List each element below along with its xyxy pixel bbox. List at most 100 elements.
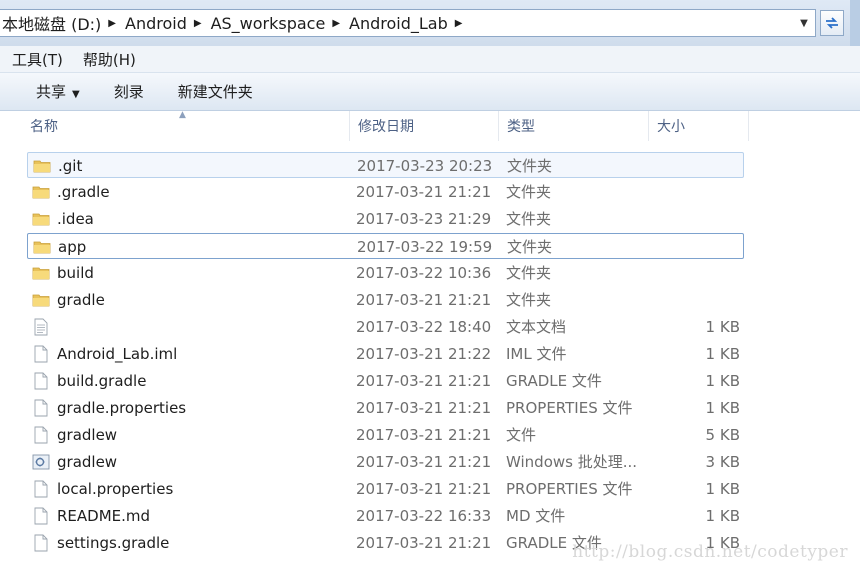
file-size: 1 KB	[705, 345, 740, 363]
file-icon	[32, 399, 50, 417]
column-header-type[interactable]: 类型	[499, 111, 649, 141]
menu-help[interactable]: 帮助(H)	[71, 49, 144, 70]
chevron-right-icon[interactable]: ▶	[106, 18, 123, 29]
file-icon	[32, 372, 50, 390]
breadcrumb-item-android-lab[interactable]: Android_Lab	[347, 14, 453, 33]
file-name: Android_Lab.iml	[57, 345, 178, 363]
file-row[interactable]: app 2017-03-22 19:59 文件夹	[27, 233, 744, 259]
file-name: build	[57, 264, 94, 282]
file-type: 文件夹	[506, 210, 552, 228]
file-type: 文件	[506, 426, 537, 444]
chevron-right-icon[interactable]: ▶	[192, 18, 209, 29]
file-row[interactable]: gradle 2017-03-21 21:21 文件夹	[27, 287, 744, 313]
file-icon	[32, 426, 50, 444]
file-size: 3 KB	[705, 453, 740, 471]
file-name: .gradle	[57, 183, 110, 201]
file-name: .git	[58, 157, 83, 175]
file-row[interactable]: build.gradle 2017-03-21 21:21 GRADLE 文件 1 K…	[27, 368, 744, 394]
breadcrumb-item-workspace[interactable]: AS_workspace	[209, 14, 331, 33]
file-name: build.gradle	[57, 372, 147, 390]
file-date: 2017-03-22 10:36	[356, 264, 492, 282]
file-date: 2017-03-21 21:21	[356, 534, 492, 552]
folder-icon	[33, 238, 51, 256]
file-row[interactable]: .gradle 2017-03-21 21:21 文件夹	[27, 179, 744, 205]
file-type: 文件夹	[506, 264, 552, 282]
file-row[interactable]: gradlew 2017-03-21 21:21 文件 5 KB	[27, 422, 744, 448]
watermark: http://blog.csdn.net/codetyper	[572, 542, 848, 562]
search-box-edge[interactable]	[850, 0, 860, 46]
burn-button[interactable]: 刻录	[97, 81, 161, 102]
column-header-size[interactable]: 大小	[649, 111, 749, 141]
breadcrumb: 本地磁盘 (D:) ▶ Android ▶ AS_workspace ▶ And…	[0, 10, 469, 36]
file-size: 5 KB	[705, 426, 740, 444]
folder-icon	[32, 183, 50, 201]
menu-tools[interactable]: 工具(T)	[0, 49, 71, 70]
column-header-row: ▲ 名称 修改日期 类型 大小	[0, 110, 860, 143]
file-name: local.properties	[57, 480, 174, 498]
file-icon	[32, 345, 50, 363]
file-type: Windows 批处理...	[506, 453, 638, 471]
file-date: 2017-03-21 21:21	[356, 480, 492, 498]
file-date: 2017-03-21 21:21	[356, 291, 492, 309]
file-row[interactable]: gradlew 2017-03-21 21:21 Windows 批处理... 3 K…	[27, 449, 744, 475]
file-name: gradlew	[57, 426, 118, 444]
file-date: 2017-03-21 21:21	[356, 453, 492, 471]
file-date: 2017-03-23 20:23	[357, 157, 493, 175]
file-icon	[32, 507, 50, 525]
file-icon	[32, 534, 50, 552]
folder-icon	[32, 210, 50, 228]
file-name: gradlew	[57, 453, 118, 471]
file-row[interactable]: local.properties 2017-03-21 21:21 PROPERTI…	[27, 476, 744, 502]
folder-icon	[32, 264, 50, 282]
file-size: 1 KB	[705, 480, 740, 498]
file-row[interactable]: build 2017-03-22 10:36 文件夹	[27, 260, 744, 286]
breadcrumb-item-android[interactable]: Android	[123, 14, 192, 33]
file-type: 文件夹	[507, 157, 553, 175]
column-header-name[interactable]: 名称	[22, 111, 350, 141]
menu-bar: 工具(T) 帮助(H)	[0, 46, 860, 73]
file-size: 1 KB	[705, 507, 740, 525]
address-box[interactable]: 本地磁盘 (D:) ▶ Android ▶ AS_workspace ▶ And…	[0, 9, 816, 37]
file-type: 文件夹	[506, 291, 552, 309]
file-name: settings.gradle	[57, 534, 170, 552]
breadcrumb-item-drive[interactable]: 本地磁盘 (D:)	[0, 11, 106, 35]
file-name: app	[58, 238, 87, 256]
file-type: IML 文件	[506, 345, 567, 363]
file-type: 文本文档	[506, 318, 567, 336]
chevron-right-icon[interactable]: ▶	[330, 18, 347, 29]
file-list-view: ▲ 名称 修改日期 类型 大小 .git 2017-03-23 20:23 文件夹.…	[0, 110, 860, 572]
file-row[interactable]: .git 2017-03-23 20:23 文件夹	[27, 152, 744, 178]
file-row[interactable]: README.md 2017-03-22 16:33 MD 文件 1 KB	[27, 503, 744, 529]
command-bar: 共享 ▼ 刻录 新建文件夹	[0, 73, 860, 111]
refresh-button[interactable]	[820, 10, 844, 36]
file-row[interactable]: gradle.properties 2017-03-21 21:21 PROPERT…	[27, 395, 744, 421]
file-name: gradle	[57, 291, 105, 309]
new-folder-button[interactable]: 新建文件夹	[161, 81, 270, 102]
file-icon	[32, 480, 50, 498]
file-type: 文件夹	[506, 183, 552, 201]
folder-icon	[32, 291, 50, 309]
folder-icon	[33, 157, 51, 175]
column-header-date[interactable]: 修改日期	[350, 111, 499, 141]
file-date: 2017-03-21 21:21	[356, 426, 492, 444]
chevron-down-icon: ▼	[800, 17, 808, 29]
file-row[interactable]: .idea 2017-03-23 21:29 文件夹	[27, 206, 744, 232]
file-row[interactable]: 2017-03-22 18:40 文本文档 1 KB	[27, 314, 744, 340]
share-button[interactable]: 共享 ▼	[0, 81, 97, 102]
refresh-icon	[826, 17, 838, 29]
file-name: gradle.properties	[57, 399, 187, 417]
file-type: PROPERTIES 文件	[506, 480, 633, 498]
file-row[interactable]: Android_Lab.iml 2017-03-21 21:22 IML 文件 1 K…	[27, 341, 744, 367]
chevron-right-icon[interactable]: ▶	[453, 18, 470, 29]
file-type: MD 文件	[506, 507, 566, 525]
address-history-dropdown[interactable]: ▼	[793, 10, 815, 36]
file-date: 2017-03-22 19:59	[357, 238, 493, 256]
file-date: 2017-03-21 21:21	[356, 399, 492, 417]
file-date: 2017-03-22 18:40	[356, 318, 492, 336]
batch-file-icon	[32, 453, 50, 471]
file-date: 2017-03-21 21:22	[356, 345, 492, 363]
file-date: 2017-03-21 21:21	[356, 372, 492, 390]
file-size: 1 KB	[705, 399, 740, 417]
file-name: README.md	[57, 507, 151, 525]
file-type: 文件夹	[507, 238, 553, 256]
